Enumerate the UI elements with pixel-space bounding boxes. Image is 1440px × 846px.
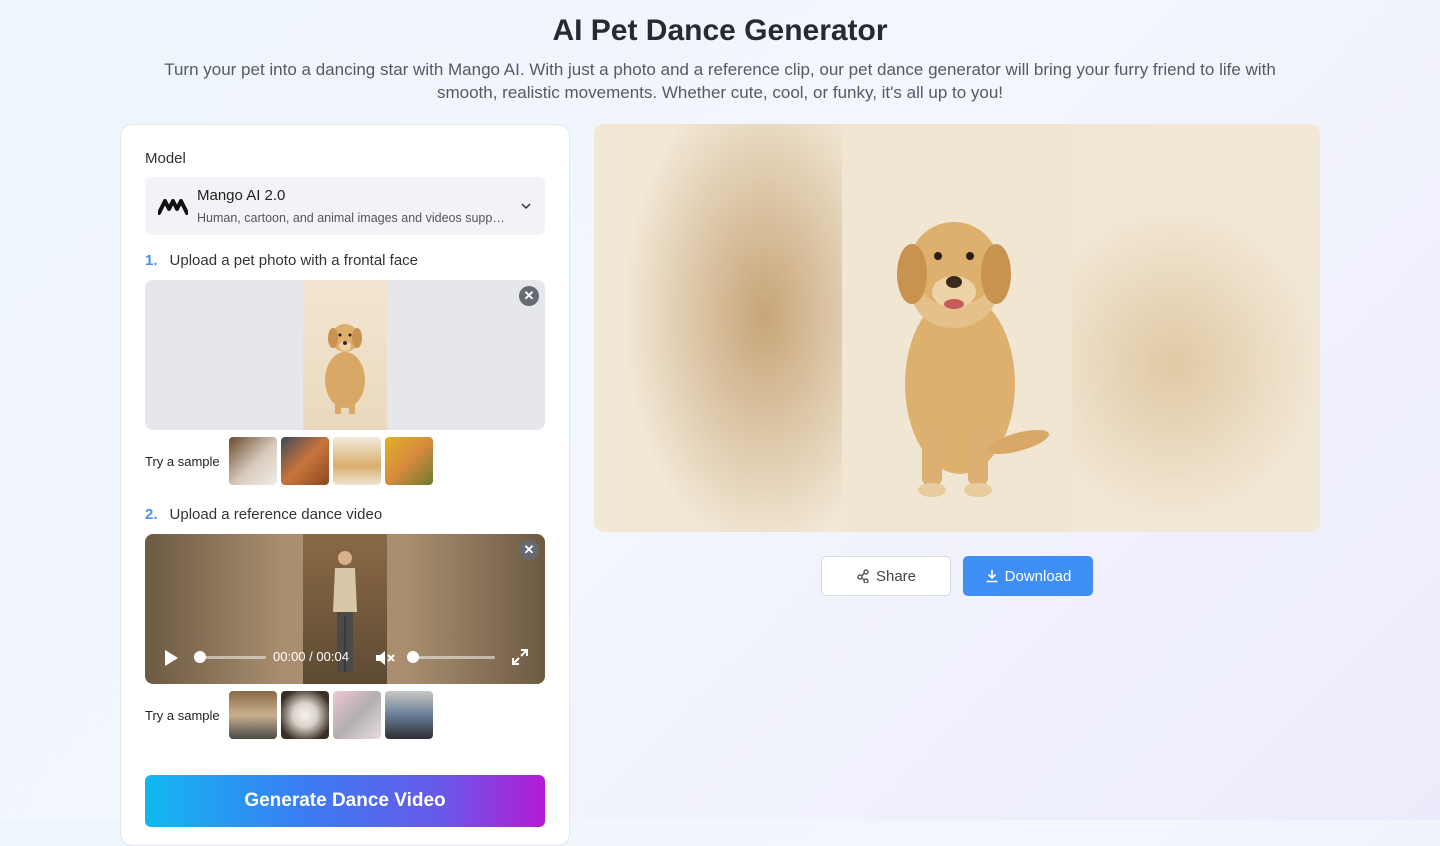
sample-photo-orange-cat[interactable] <box>281 437 329 485</box>
pet-photo-upload[interactable]: ✕ <box>145 280 545 430</box>
dog-image <box>325 324 365 414</box>
duration: 00:04 <box>316 649 349 664</box>
result-preview <box>594 124 1320 532</box>
sample-photo-corgi[interactable] <box>385 437 433 485</box>
video-sample-label: Try a sample <box>145 708 220 723</box>
muted-volume-icon[interactable] <box>374 648 396 668</box>
golden-retriever-image <box>897 222 1049 497</box>
photo-sample-label: Try a sample <box>145 454 220 469</box>
dance-video-player[interactable]: ✕ 00:00 / 00:04 <box>145 534 545 684</box>
result-image <box>842 124 1072 532</box>
share-button[interactable]: Share <box>821 556 951 596</box>
volume-knob[interactable] <box>407 651 419 663</box>
step-2-heading: 2. Upload a reference dance video <box>145 506 382 523</box>
mango-logo-icon <box>158 199 188 215</box>
video-time: 00:00 / 00:04 <box>273 649 349 664</box>
remove-photo-button[interactable]: ✕ <box>519 286 539 306</box>
video-controls: 00:00 / 00:04 <box>145 632 545 684</box>
play-icon[interactable] <box>162 648 180 668</box>
video-progress-bar[interactable] <box>194 651 266 663</box>
step-1-number: 1. <box>145 252 158 269</box>
download-icon <box>986 570 998 583</box>
sample-video-cat[interactable] <box>333 691 381 739</box>
download-label: Download <box>1004 567 1072 585</box>
model-name: Mango AI 2.0 <box>197 187 286 204</box>
share-label: Share <box>875 567 917 585</box>
model-label: Model <box>145 150 186 167</box>
sample-photo-white-cat[interactable] <box>229 437 277 485</box>
page-title: AI Pet Dance Generator <box>552 14 888 47</box>
step-2-label: Upload a reference dance video <box>169 506 383 523</box>
step-1-label: Upload a pet photo with a frontal face <box>169 252 419 269</box>
sample-photo-golden-dog[interactable] <box>333 437 381 485</box>
video-progress-knob[interactable] <box>194 651 206 663</box>
pet-photo-preview <box>303 280 387 430</box>
model-description: Human, cartoon, and animal images and vi… <box>197 211 509 225</box>
chevron-down-icon <box>521 203 531 210</box>
current-time: 00:00 <box>273 649 306 664</box>
sample-video-boy[interactable] <box>385 691 433 739</box>
remove-video-button[interactable]: ✕ <box>519 540 539 560</box>
sample-video-woman[interactable] <box>229 691 277 739</box>
model-select[interactable]: Mango AI 2.0 Human, cartoon, and animal … <box>145 177 545 235</box>
generate-dance-video-button[interactable]: Generate Dance Video <box>145 775 545 827</box>
step-2-number: 2. <box>145 506 158 523</box>
share-icon <box>857 569 869 583</box>
download-button[interactable]: Download <box>963 556 1093 596</box>
volume-slider[interactable] <box>407 651 495 663</box>
fullscreen-icon[interactable] <box>511 648 529 666</box>
sample-video-white-dog[interactable] <box>281 691 329 739</box>
settings-panel: Model Mango AI 2.0 Human, cartoon, and a… <box>120 124 570 846</box>
page-description: Turn your pet into a dancing star with M… <box>164 60 1276 102</box>
step-1-heading: 1. Upload a pet photo with a frontal face <box>145 252 418 269</box>
time-separator: / <box>309 649 313 664</box>
